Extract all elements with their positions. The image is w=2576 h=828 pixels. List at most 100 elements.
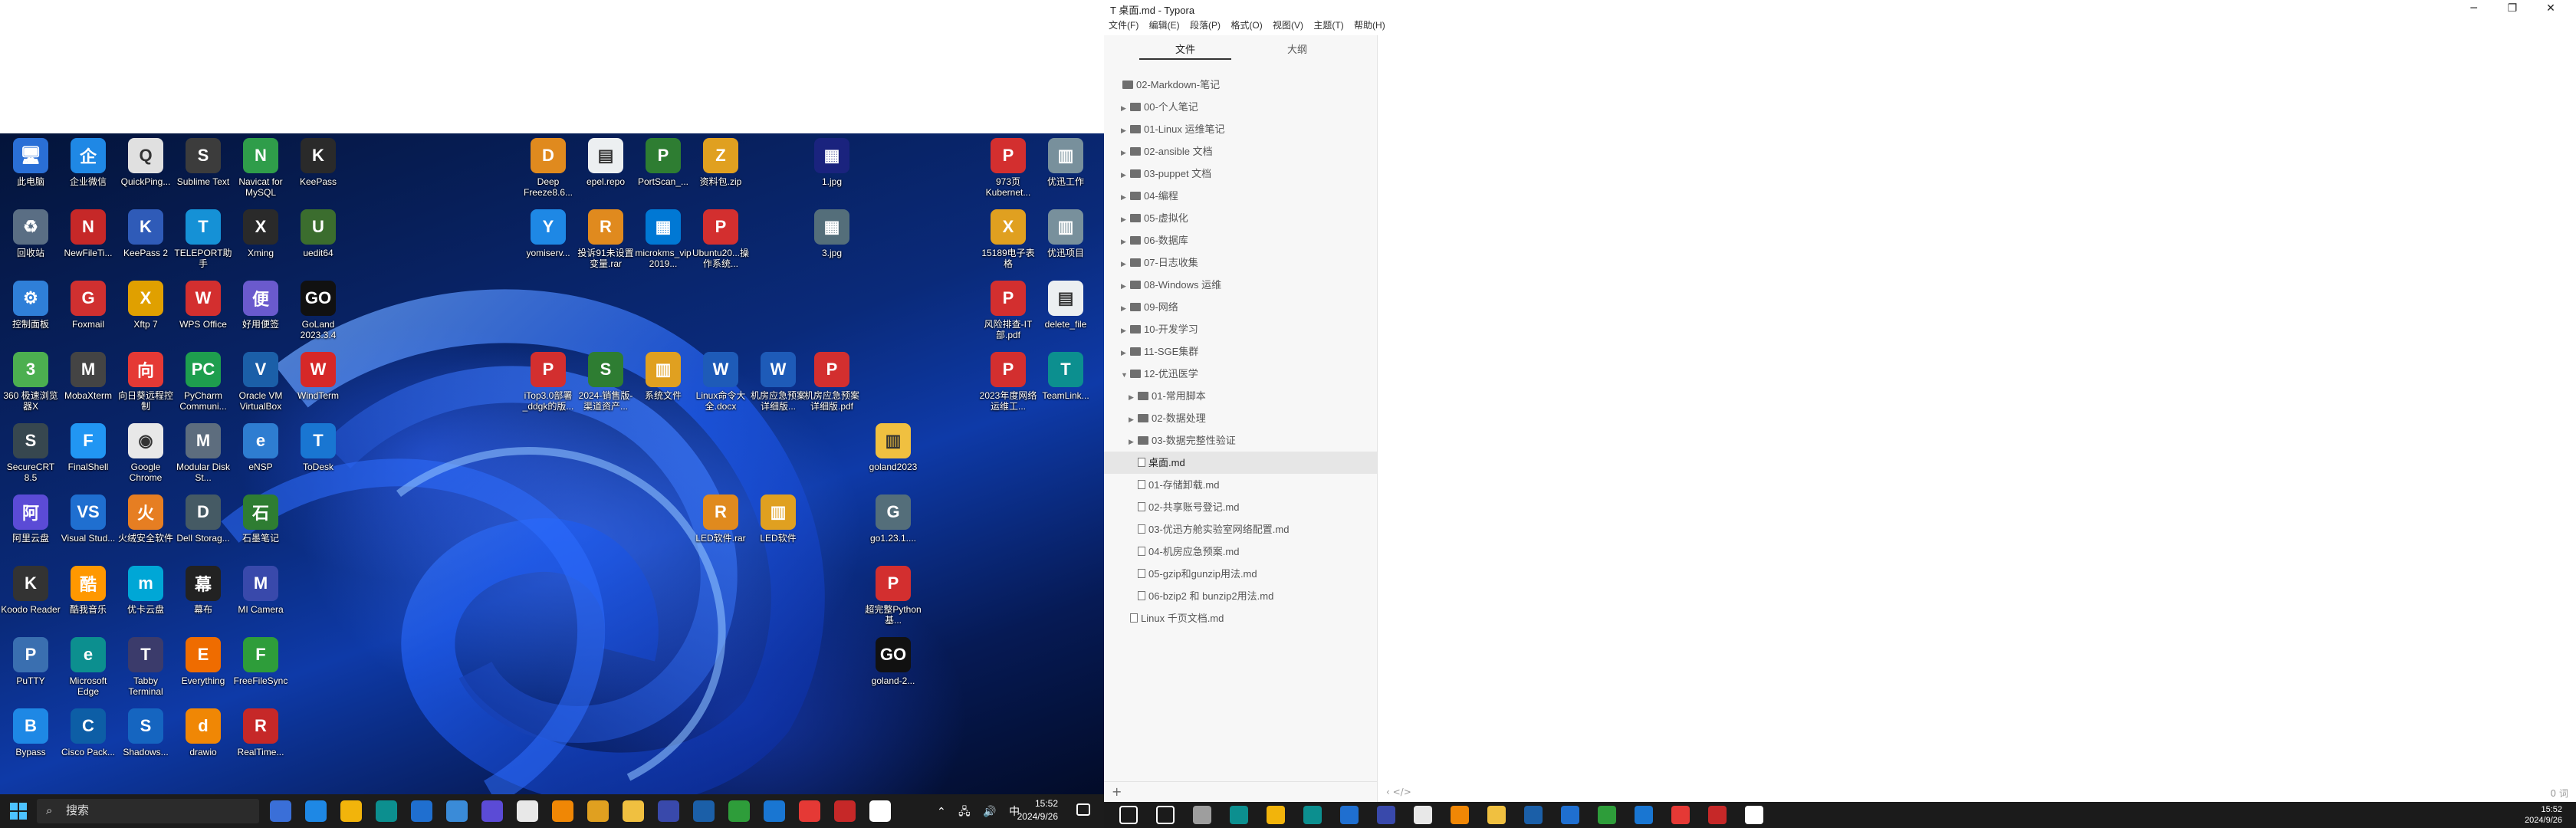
desktop-icon[interactable]: GO goland-2... [863,637,924,686]
taskbar-app-icon[interactable] [1561,806,1579,824]
taskbar-app-icon[interactable] [587,800,609,822]
desktop-icon[interactable]: W WPS Office [172,281,234,330]
desktop-icon[interactable]: W Linux命令大全.docx [690,352,751,412]
desktop-icon[interactable]: F FreeFileSync [230,637,291,686]
taskbar-app-icon[interactable] [411,800,432,822]
desktop-icon[interactable]: D Dell Storag... [172,495,234,544]
tree-file[interactable]: 03-优迅方舱实验室网络配置.md [1104,518,1377,540]
chevron-right-icon[interactable]: ▶ [1121,97,1130,120]
desktop-icon[interactable]: B Bypass [0,708,61,757]
tree-file[interactable]: 05-gzip和gunzip用法.md [1104,563,1377,585]
desktop-icon[interactable]: P Ubuntu20...操作系统... [690,209,751,269]
desktop-icon[interactable]: C Cisco Pack... [58,708,119,757]
desktop-icon[interactable]: R 投诉91未设置变量.rar [575,209,636,269]
tree-file[interactable]: 02-共享账号登记.md [1104,496,1377,518]
taskbar-search-box[interactable]: ⌕ 搜索 [37,799,259,823]
desktop-icon[interactable]: e eNSP [230,423,291,472]
tab-outline[interactable]: 大纲 [1251,41,1343,58]
right-taskbar-clock[interactable]: 15:52 2024/9/26 [2525,804,2562,826]
taskbar-clock[interactable]: 15:52 2024/9/26 [1017,797,1058,823]
desktop-icon[interactable]: GO GoLand 2023.3.4 [288,281,349,340]
tree-folder[interactable]: ▶ 02-ansible 文档 [1104,140,1377,163]
chevron-right-icon[interactable]: ▶ [1129,409,1138,431]
minimize-button[interactable]: ─ [2456,0,2492,17]
menu-view[interactable]: 视图(V) [1273,20,1303,31]
taskbar-app-icon[interactable] [446,800,468,822]
tree-folder[interactable]: ▶ 01-常用脚本 [1104,385,1377,407]
taskbar-app-icon[interactable] [834,800,856,822]
tree-folder[interactable]: ▶ 09-网络 [1104,296,1377,318]
menu-theme[interactable]: 主题(T) [1313,20,1343,31]
menu-edit[interactable]: 编辑(E) [1149,20,1180,31]
taskbar-app-icon[interactable] [1377,806,1395,824]
desktop-icon[interactable]: X Xming [230,209,291,258]
taskbar-app-icon[interactable] [1303,806,1322,824]
desktop-icon[interactable]: ▥ 优迅工作 [1035,138,1096,187]
desktop-icon[interactable]: ◉ Google Chrome [115,423,176,483]
desktop-icon[interactable]: T Tabby Terminal [115,637,176,697]
desktop-icon[interactable]: K Koodo Reader [0,566,61,615]
desktop-icon[interactable]: R RealTime... [230,708,291,757]
desktop-icon[interactable]: S Sublime Text [172,138,234,187]
desktop-icon[interactable]: 石石墨笔记 [230,495,291,544]
taskbar-app-icon[interactable] [1745,806,1763,824]
taskbar-app-icon[interactable] [658,800,679,822]
desktop-icon[interactable]: PC PyCharm Communi... [172,352,234,412]
desktop-icon[interactable]: S SecureCRT 8.5 [0,423,61,483]
desktop-icon[interactable]: Q QuickPing... [115,138,176,187]
taskbar-app-icon[interactable] [376,800,397,822]
desktop-icon[interactable]: m 优卡云盘 [115,566,176,615]
tree-folder[interactable]: ▶ 02-数据处理 [1104,407,1377,429]
chevron-right-icon[interactable]: ▶ [1121,253,1130,275]
desktop-icon[interactable]: 3 360 极速浏览器X [0,352,61,412]
desktop-icon[interactable]: W WindTerm [288,352,349,401]
chevron-right-icon[interactable]: ▶ [1121,209,1130,231]
taskbar-app-icon[interactable] [799,800,820,822]
taskbar-app-icon[interactable] [481,800,503,822]
desktop-icon[interactable]: G Foxmail [58,281,119,330]
desktop-icon[interactable]: X 15189电子表格 [978,209,1039,269]
desktop-icon[interactable]: PiTop3.0部署_ddgk的版... [518,352,579,412]
desktop-icon[interactable]: ▤ delete_file [1035,281,1096,330]
chevron-right-icon[interactable]: ▶ [1121,342,1130,364]
desktop-icon[interactable]: P PuTTY [0,637,61,686]
desktop-icon[interactable]: F FinalShell [58,423,119,472]
desktop-icon[interactable]: Yyomiserv... [518,209,579,258]
tree-folder[interactable]: ▶ 01-Linux 运维笔记 [1104,118,1377,140]
desktop-icon[interactable]: R LED软件.rar [690,495,751,544]
tree-folder[interactable]: ▶ 10-开发学习 [1104,318,1377,340]
desktop-icon[interactable]: Z 资料包.zip [690,138,751,187]
desktop-icon[interactable]: d drawio [172,708,234,757]
desktop-icon[interactable]: N NewFileTi... [58,209,119,258]
desktop-icon[interactable]: K KeePass 2 [115,209,176,258]
tree-folder[interactable]: ▼ 12-优迅医学 [1104,363,1377,385]
desktop-icon[interactable]: P 机房应急预案详细版.pdf [801,352,863,412]
chevron-right-icon[interactable]: ▶ [1121,186,1130,209]
taskbar-app-icon[interactable] [728,800,750,822]
desktop-icon[interactable]: ⚙ 控制面板 [0,281,61,330]
taskbar-app-icon[interactable] [1119,806,1138,824]
chevron-down-icon[interactable]: ▼ [1121,364,1130,386]
close-button[interactable]: ✕ [2533,0,2568,17]
tree-file[interactable]: 06-bzip2 和 bunzip2用法.md [1104,585,1377,607]
taskbar-app-icon[interactable] [1451,806,1469,824]
desktop-icon[interactable]: VS Visual Stud... [58,495,119,544]
desktop-icon[interactable]: ▥ 优迅项目 [1035,209,1096,258]
tree-folder[interactable]: ▶ 00-个人笔记 [1104,96,1377,118]
desktop-icon[interactable]: ▦ 3.jpg [801,209,863,258]
chevron-right-icon[interactable]: ▶ [1121,164,1130,186]
taskbar-app-icon[interactable] [552,800,573,822]
chevron-right-icon[interactable]: ▶ [1129,386,1138,409]
desktop-icon[interactable]: P 超完整Python基... [863,566,924,626]
chevron-right-icon[interactable]: ▶ [1121,120,1130,142]
maximize-button[interactable]: ❐ [2495,0,2530,17]
chevron-right-icon[interactable]: ▶ [1121,142,1130,164]
desktop-icon[interactable]: M MI Camera [230,566,291,615]
taskbar-app-icon[interactable] [623,800,644,822]
taskbar-app-icon[interactable] [1267,806,1285,824]
desktop-icon[interactable]: 便好用便签 [230,281,291,330]
taskbar-app-icon[interactable] [517,800,538,822]
desktop-icon[interactable]: 🖥 此电脑 [0,138,61,187]
start-button[interactable] [8,800,29,822]
tree-folder[interactable]: ▶ 04-编程 [1104,185,1377,207]
